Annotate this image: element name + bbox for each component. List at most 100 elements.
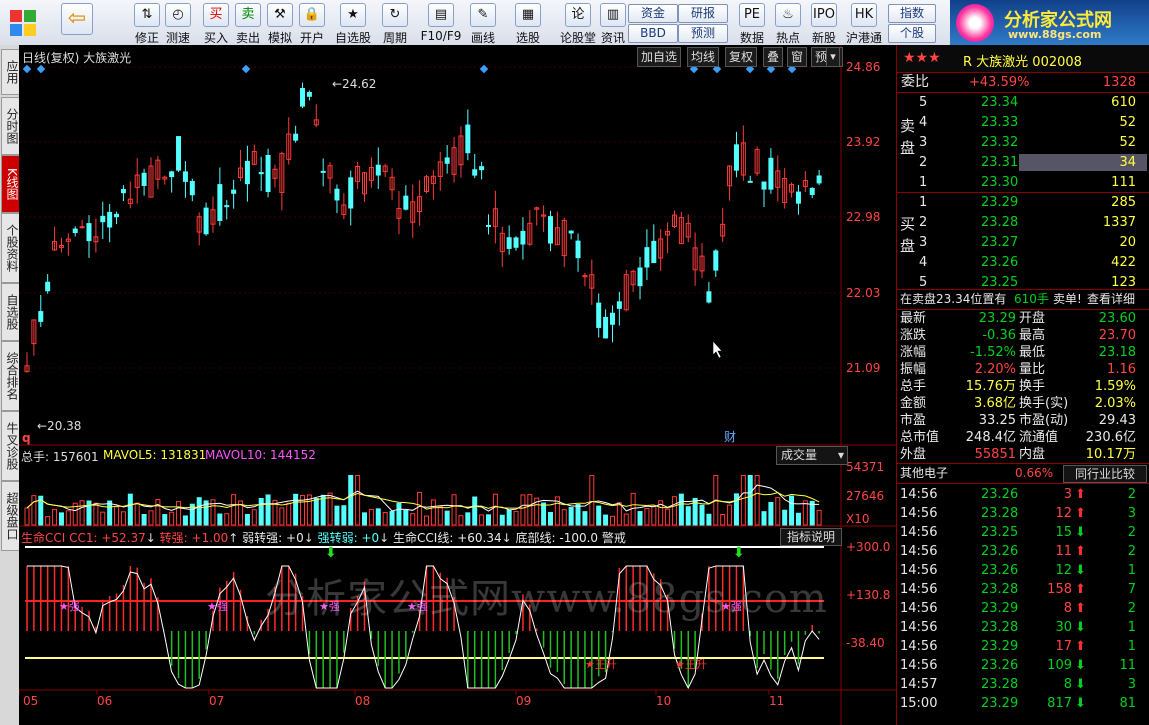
volume-bar xyxy=(24,507,30,526)
chart-header-button-4[interactable]: 窗 xyxy=(787,47,808,67)
volume-bar xyxy=(52,508,58,526)
stat-label: 涨幅 xyxy=(900,345,927,360)
volume-bar xyxy=(396,502,402,526)
arrow-up-icon: ⬆ xyxy=(1075,544,1086,559)
left-tab-4[interactable]: 自选股 xyxy=(1,283,20,341)
tick-count: 1 xyxy=(1127,639,1136,654)
chart-header-button-1[interactable]: 均线 xyxy=(687,47,720,67)
big-order-notice[interactable]: 在卖盘23.34位置有 610手 卖单! 查看详细 xyxy=(897,290,1149,309)
bid-row[interactable]: 4 23.26 422 xyxy=(897,253,1149,272)
toolbar-button-label: 沪港通 xyxy=(845,31,882,45)
candle-body xyxy=(258,172,264,175)
toolbar-button-data[interactable]: PE 数据 xyxy=(735,2,769,45)
volume-bar xyxy=(727,504,733,526)
toolbar-button-hot[interactable]: ♨ 热点 xyxy=(771,2,805,45)
toolbar-button-draw[interactable]: ✎ 画线 xyxy=(466,2,500,45)
bid-row[interactable]: 2 23.28 1337 xyxy=(897,213,1149,232)
toolbar-button-hk[interactable]: HK 沪港通 xyxy=(842,2,886,45)
notice-detail-link[interactable]: 查看详细 xyxy=(1087,290,1135,309)
toolbar-button-sim[interactable]: ⚒ 模拟 xyxy=(263,2,297,45)
ask-level: 2 xyxy=(919,155,928,170)
toolbar-button-fix[interactable]: ⇅ 修正 xyxy=(130,2,164,45)
toolbar-button-news[interactable]: ▥ 资讯 xyxy=(596,2,630,45)
candle-body xyxy=(485,224,491,227)
toolbar-button-label: F10/F9 xyxy=(420,29,462,43)
toolbar-button-buy[interactable]: 买买入 xyxy=(199,2,233,45)
chart-header-button-2[interactable]: 复权 xyxy=(725,47,758,67)
toolbar-small-button[interactable]: BBD xyxy=(628,24,678,43)
bid-row[interactable]: 1 23.29 285 xyxy=(897,193,1149,212)
left-tab-0[interactable]: 应用 xyxy=(1,49,20,95)
event-marker-icon[interactable] xyxy=(36,64,46,74)
left-tab-6[interactable]: 牛叉诊股 xyxy=(1,411,20,481)
strong-signal-label: ★强 xyxy=(59,600,80,613)
volume-bar xyxy=(472,496,478,526)
toolbar-button-label: 选股 xyxy=(515,31,540,45)
quote-header[interactable]: ★★★ R 大族激光 002008 xyxy=(897,45,1149,72)
volume-bar xyxy=(768,501,774,526)
ask-price: 23.33 xyxy=(981,115,1019,130)
buy-icon: 买 xyxy=(203,3,229,27)
stat-label: 市盈(动) xyxy=(1019,413,1069,428)
bid-volume: 20 xyxy=(1119,235,1136,250)
tick-time: 14:56 xyxy=(900,487,938,502)
event-marker-icon[interactable] xyxy=(241,64,251,74)
signal-arrow-down-icon: ⬇ xyxy=(325,545,337,561)
bid-volume: 422 xyxy=(1111,255,1136,270)
tick-price: 23.29 xyxy=(981,639,1019,654)
event-marker-icon[interactable] xyxy=(22,64,32,74)
toolbar-small-button[interactable]: 研报 xyxy=(678,4,728,23)
volume-indicator-dropdown[interactable]: 成交量 ▾ xyxy=(776,446,848,465)
volume-bar xyxy=(244,514,250,526)
finance-marker-icon[interactable]: 财 xyxy=(724,430,736,444)
ask-row[interactable]: 5 23.34 610 xyxy=(897,93,1149,112)
candle-body xyxy=(320,170,326,173)
toolbar-button-sell[interactable]: 卖卖出 xyxy=(231,2,265,45)
left-tab-1[interactable]: 分时图 xyxy=(1,97,20,155)
chart-header-button-3[interactable]: 叠 xyxy=(763,47,784,67)
volume-bar xyxy=(313,498,319,526)
candle-body xyxy=(100,215,106,223)
toolbar-small-button[interactable]: 指数 xyxy=(888,4,936,23)
toolbar-button-select[interactable]: ▦ 选股 xyxy=(511,2,545,45)
toolbar-button-newstock[interactable]: IPO 新股 xyxy=(807,2,841,45)
pe-icon: PE xyxy=(739,3,765,27)
toolbar-small-button[interactable]: 资金 xyxy=(628,4,678,23)
toolbar-button-watch[interactable]: ★ 自选股 xyxy=(331,2,375,45)
stat-label: 最高 xyxy=(1019,328,1046,343)
ask-row[interactable]: 4 23.33 52 xyxy=(897,113,1149,132)
sell-icon: 卖 xyxy=(235,3,261,27)
indicator-help-button[interactable]: 指标说明 xyxy=(780,528,842,546)
tick-time: 14:56 xyxy=(900,582,938,597)
left-tab-7[interactable]: 超级盘口 xyxy=(1,481,20,551)
toolbar-button-measure[interactable]: ◴ 测速 xyxy=(161,2,195,45)
stat-row: 最新 23.29 开盘 23.60 xyxy=(897,310,1149,327)
left-tab-3[interactable]: 个股资料 xyxy=(1,213,20,283)
bid-row[interactable]: 3 23.27 20 xyxy=(897,233,1149,252)
tick-price: 23.28 xyxy=(981,677,1019,692)
volume-bar xyxy=(678,493,684,526)
left-tab-5[interactable]: 综合排名 xyxy=(1,341,20,411)
left-tab-2[interactable]: K线图 xyxy=(1,155,20,213)
toolbar-small-button[interactable]: 预测 xyxy=(678,24,728,43)
ask-row[interactable]: 1 23.30 111 xyxy=(897,173,1149,192)
chart-menu-button[interactable]: ▾ xyxy=(826,47,840,67)
compare-industry-button[interactable]: 同行业比较 xyxy=(1063,465,1147,483)
ask-price: 23.31 xyxy=(981,155,1019,170)
toolbar-button-period[interactable]: ↻ 周期 xyxy=(378,2,412,45)
event-marker-icon[interactable] xyxy=(479,64,489,74)
ask-price: 23.30 xyxy=(981,175,1019,190)
toolbar-button-forum[interactable]: 论论股堂 xyxy=(556,2,600,45)
chart-header-button-0[interactable]: 加自选 xyxy=(637,47,682,67)
toolbar-small-button[interactable]: 个股 xyxy=(888,24,936,43)
volume-bar xyxy=(506,509,512,526)
arrow-up-icon: ⬆ xyxy=(1075,582,1086,597)
toolbar-button-f10[interactable]: ▤ F10/F9 xyxy=(419,2,463,44)
ask-row[interactable]: 2 23.31 34 xyxy=(897,153,1149,172)
toolbar-button-back[interactable]: ⇦ xyxy=(57,2,97,44)
volume-bar xyxy=(403,509,409,526)
arrow-down-icon: ⬇ xyxy=(1075,696,1086,711)
toolbar-button-open[interactable]: 🔒 开户 xyxy=(295,2,329,45)
x-axis-label: 10 xyxy=(656,694,671,708)
ask-row[interactable]: 3 23.32 52 xyxy=(897,133,1149,152)
